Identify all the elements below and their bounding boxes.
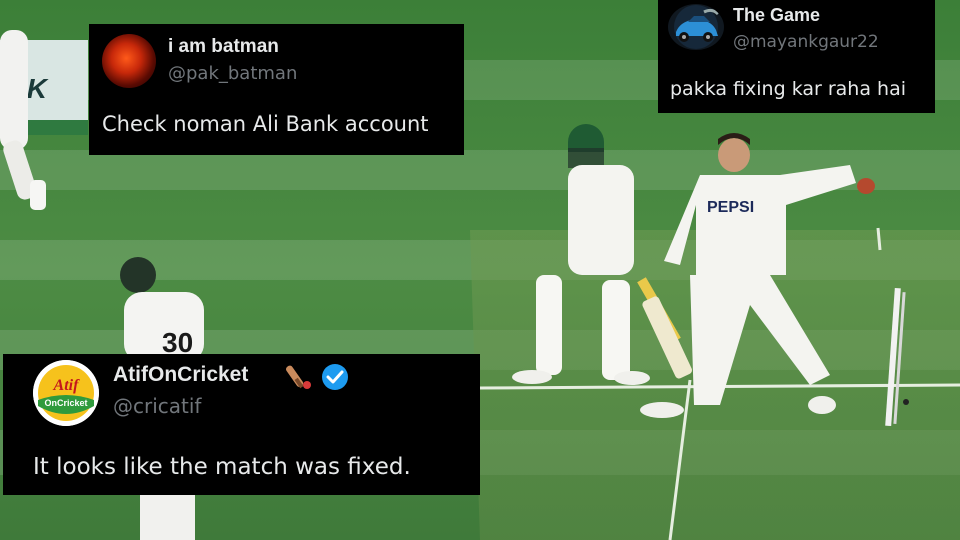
tweet-text: Check noman Ali Bank account [102, 112, 429, 136]
tweet-handle[interactable]: @cricatif [113, 394, 201, 418]
fire-avatar-icon[interactable] [102, 34, 156, 88]
svg-text:OnCricket: OnCricket [44, 398, 87, 408]
kit-sponsor-logo: PEPSI [707, 199, 754, 216]
tweet-text: pakka fixing kar raha hai [670, 78, 906, 100]
tweet-display-name[interactable]: AtifOnCricket [113, 363, 248, 387]
cricket-bat-emoji-icon [286, 365, 311, 389]
tweet-display-name[interactable]: i am batman [168, 36, 279, 58]
tweet-card-batman[interactable]: i am batman @pak_batman Check noman Ali … [89, 24, 464, 155]
atif-on-cricket-logo-icon[interactable]: Atif OnCricket [33, 360, 99, 426]
name-badges [283, 360, 353, 399]
verified-badge-icon [322, 364, 348, 390]
tweet-card-the-game[interactable]: The Game @mayankgaur22 pakka fixing kar … [658, 0, 935, 113]
car-avatar-icon[interactable] [668, 4, 724, 50]
tweet-text: It looks like the match was fixed. [33, 454, 411, 480]
tweet-card-atifoncricket[interactable]: Atif OnCricket AtifOnCricket @cricatif I… [3, 354, 480, 495]
svg-text:Atif: Atif [53, 377, 81, 394]
tweet-handle[interactable]: @mayankgaur22 [733, 32, 879, 52]
tweet-display-name[interactable]: The Game [733, 5, 820, 26]
tweet-handle[interactable]: @pak_batman [168, 63, 297, 84]
